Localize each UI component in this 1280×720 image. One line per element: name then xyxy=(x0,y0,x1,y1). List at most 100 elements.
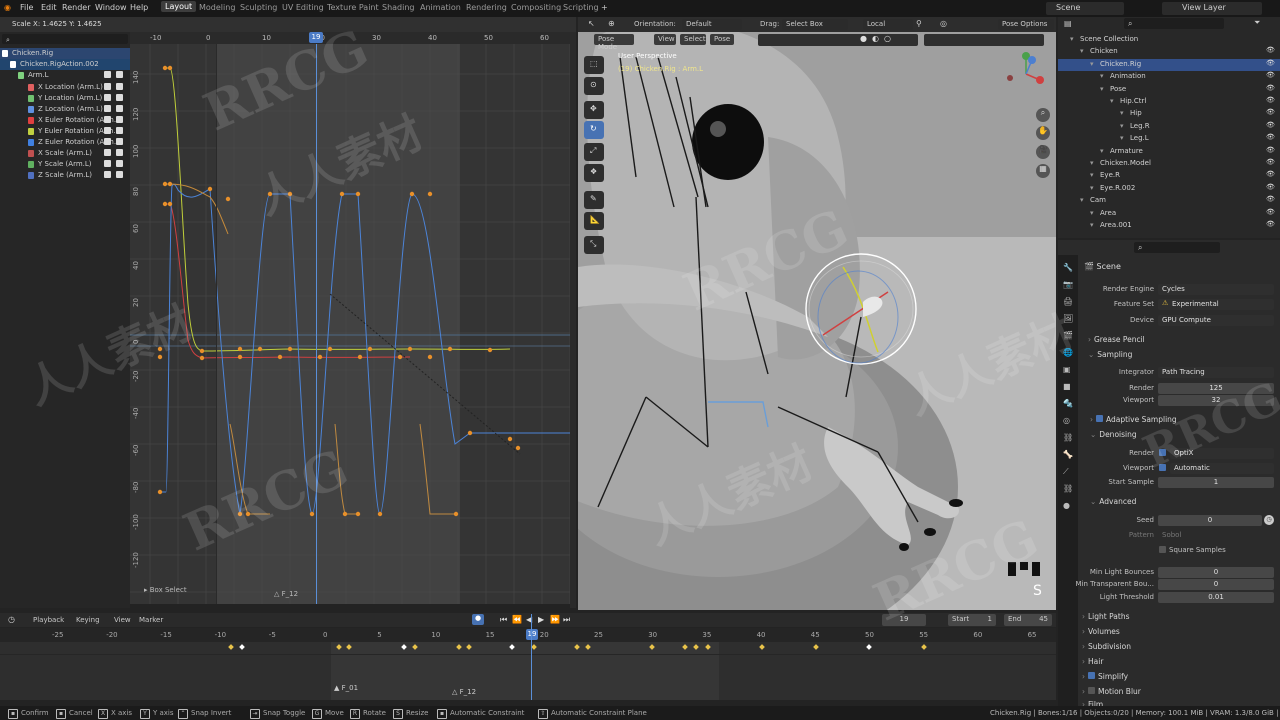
denoise-render-checkbox[interactable] xyxy=(1159,449,1166,456)
next-keyframe-icon[interactable]: ⏩ xyxy=(550,615,560,624)
timeline-keyframe[interactable] xyxy=(813,644,819,650)
timeline-keyframe[interactable] xyxy=(239,644,245,650)
grease-pencil-panel[interactable]: › Grease Pencil xyxy=(1088,335,1145,344)
channel-lock-checkbox[interactable] xyxy=(116,138,123,145)
eye-visibility-icon[interactable]: 👁 xyxy=(1266,146,1275,154)
scene-selector[interactable]: Scene xyxy=(1046,2,1124,15)
channel-lock-checkbox[interactable] xyxy=(116,127,123,134)
viewport-menu-pose[interactable]: Pose xyxy=(710,34,734,45)
timeline-menu-marker[interactable]: Marker xyxy=(139,616,163,624)
channel-search-input[interactable]: ⌕ xyxy=(2,34,128,44)
physics-tab-icon[interactable]: ◎ xyxy=(1063,416,1070,425)
outliner-row[interactable]: ▾ Hip.Ctrl 👁 xyxy=(1058,96,1280,108)
mode-dropdown[interactable]: Pose Mode xyxy=(594,34,634,51)
channel-visibility-checkbox[interactable] xyxy=(104,138,111,145)
bone-size-tool[interactable]: ⤡ xyxy=(584,236,604,254)
bone-constraint-tab-icon[interactable]: ⛓ xyxy=(1063,484,1073,493)
channel-row[interactable]: Arm.L xyxy=(0,70,130,81)
outliner-row[interactable]: ▾ Leg.R 👁 xyxy=(1058,121,1280,133)
pose-options-button[interactable]: Pose Options xyxy=(998,19,1054,30)
workspace-tab-sculpting[interactable]: Sculpting xyxy=(240,3,277,12)
channel-row[interactable]: X Scale (Arm.L) xyxy=(0,148,130,159)
timeline-frame-badge[interactable]: 19 xyxy=(526,629,538,640)
menu-edit[interactable]: Edit xyxy=(41,3,57,12)
channel-visibility-checkbox[interactable] xyxy=(104,71,111,78)
view-layer-tab-icon[interactable]: 🖼 xyxy=(1063,314,1073,323)
annotate-tool[interactable]: ✎ xyxy=(584,191,604,209)
current-frame-field[interactable]: 19 xyxy=(882,614,926,626)
disclosure-arrow-icon[interactable]: ▾ xyxy=(1100,85,1104,93)
subdivision-panel[interactable]: › Subdivision xyxy=(1082,642,1131,651)
workspace-tab-modeling[interactable]: Modeling xyxy=(199,3,235,12)
outliner-filter-icon[interactable]: ⏷ xyxy=(1254,18,1260,28)
eye-visibility-icon[interactable]: 👁 xyxy=(1266,121,1275,129)
channel-row[interactable]: X Euler Rotation (Arm.L) xyxy=(0,115,130,126)
outliner-row[interactable]: ▾ Area 👁 xyxy=(1058,208,1280,220)
output-tab-icon[interactable]: 🖨 xyxy=(1063,297,1073,306)
disclosure-arrow-icon[interactable]: ▾ xyxy=(1090,209,1094,217)
eye-visibility-icon[interactable]: 👁 xyxy=(1266,170,1275,178)
play-icon[interactable]: ▶ xyxy=(538,615,544,624)
viewport-samples-field[interactable]: 32 xyxy=(1158,395,1274,406)
disclosure-arrow-icon[interactable]: ▾ xyxy=(1090,184,1094,192)
outliner-row[interactable]: ▾ Armature 👁 xyxy=(1058,146,1280,158)
workspace-tab-uv-editing[interactable]: UV Editing xyxy=(282,3,324,12)
bone-tab-icon[interactable]: ⟋ xyxy=(1063,467,1069,477)
jump-end-icon[interactable]: ⏭ xyxy=(563,615,570,625)
light-threshold-field[interactable]: 0.01 xyxy=(1158,592,1274,603)
outliner-row[interactable]: ▾ Eye.R 👁 xyxy=(1058,170,1280,182)
channel-row[interactable]: Z Scale (Arm.L) xyxy=(0,170,130,181)
fcurve-canvas[interactable] xyxy=(130,44,570,604)
select-cursor-icon[interactable]: ↖ xyxy=(588,19,595,28)
workspace-tab-compositing[interactable]: Compositing xyxy=(511,3,561,12)
eye-visibility-icon[interactable]: 👁 xyxy=(1266,84,1275,92)
camera-view-icon[interactable]: 🎥 xyxy=(1036,145,1050,159)
select-box-tool[interactable]: ⬚ xyxy=(584,56,604,74)
min-light-bounces-field[interactable]: 0 xyxy=(1158,567,1274,578)
timeline-marker-f01[interactable]: ▲ F_01 xyxy=(334,684,358,692)
channel-row[interactable]: Chicken.RigAction.002 xyxy=(0,59,130,70)
eye-visibility-icon[interactable]: 👁 xyxy=(1266,195,1275,203)
random-seed-clock-icon[interactable]: ◷ xyxy=(1264,515,1274,525)
measure-tool[interactable]: 📐 xyxy=(584,212,604,230)
channel-row[interactable]: Y Euler Rotation (Arm.L) xyxy=(0,126,130,137)
volumes-panel[interactable]: › Volumes xyxy=(1082,627,1120,636)
material-shading-icon[interactable]: ◐ xyxy=(872,34,879,43)
pattern-dropdown[interactable]: Sobol xyxy=(1158,530,1274,541)
view-layer-selector[interactable]: View Layer xyxy=(1162,2,1262,15)
transform-orientation-icon[interactable]: ⊕ xyxy=(608,19,615,28)
channel-visibility-checkbox[interactable] xyxy=(104,160,111,167)
eye-visibility-icon[interactable]: 👁 xyxy=(1266,108,1275,116)
material-tab-icon[interactable]: ● xyxy=(1063,501,1070,510)
disclosure-arrow-icon[interactable]: ▾ xyxy=(1080,196,1084,204)
auto-keying-button[interactable]: ● xyxy=(472,614,484,625)
eye-visibility-icon[interactable]: 👁 xyxy=(1266,158,1275,166)
channel-lock-checkbox[interactable] xyxy=(116,116,123,123)
outliner-search-input[interactable]: ⌕ xyxy=(1124,18,1224,29)
perspective-toggle-icon[interactable]: ▦ xyxy=(1036,164,1050,178)
end-frame-field[interactable]: End 45 xyxy=(1004,614,1052,626)
orientation-dropdown[interactable]: Default xyxy=(682,19,742,30)
scale-tool[interactable]: ⤢ xyxy=(584,143,604,161)
workspace-tab-animation[interactable]: Animation xyxy=(420,3,461,12)
overlay-controls[interactable] xyxy=(924,34,1044,46)
timeline-menu-view[interactable]: View xyxy=(114,616,131,624)
eye-visibility-icon[interactable]: 👁 xyxy=(1266,183,1275,191)
workspace-tab-texture-paint[interactable]: Texture Paint xyxy=(327,3,379,12)
disclosure-arrow-icon[interactable]: ▾ xyxy=(1110,97,1114,105)
denoise-render-dropdown[interactable]: OptiX xyxy=(1170,448,1274,459)
viewport-shading-controls[interactable] xyxy=(758,34,918,46)
timeline-keyframe[interactable] xyxy=(921,644,927,650)
viewport-menu-view[interactable]: View xyxy=(654,34,676,45)
channel-row[interactable]: X Location (Arm.L) xyxy=(0,82,130,93)
disclosure-arrow-icon[interactable]: ▾ xyxy=(1090,221,1094,229)
disclosure-arrow-icon[interactable]: ▾ xyxy=(1090,60,1094,68)
start-frame-field[interactable]: Start 1 xyxy=(948,614,996,626)
outliner-row[interactable]: ▾ Cam 👁 xyxy=(1058,195,1280,207)
outliner-display-icon[interactable]: ▤ xyxy=(1064,19,1072,28)
disclosure-arrow-icon[interactable]: ▾ xyxy=(1100,147,1104,155)
channel-lock-checkbox[interactable] xyxy=(116,83,123,90)
pan-hand-icon[interactable]: ✋ xyxy=(1036,126,1050,140)
denoise-viewport-checkbox[interactable] xyxy=(1159,464,1166,471)
channel-visibility-checkbox[interactable] xyxy=(104,105,111,112)
